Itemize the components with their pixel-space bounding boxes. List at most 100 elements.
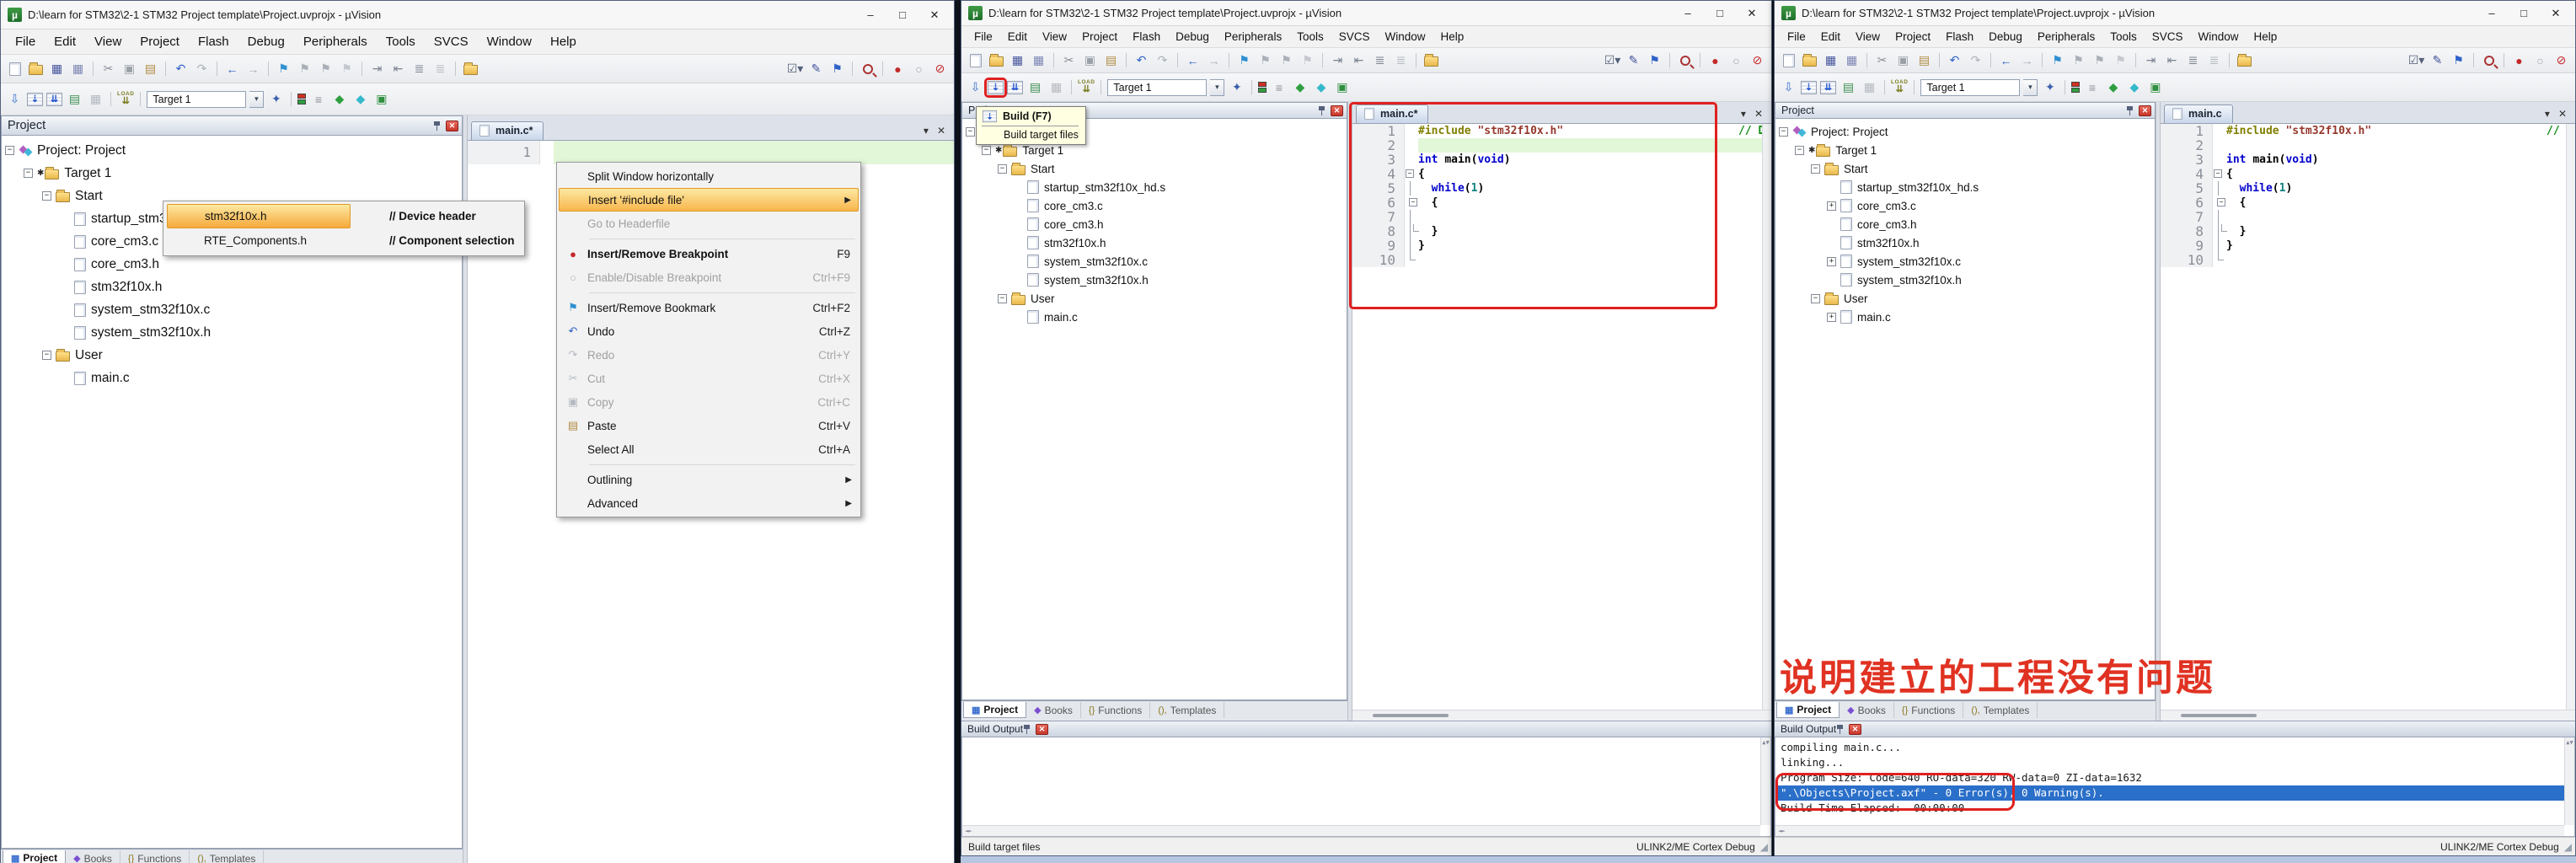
panel-close-icon[interactable]: ✕ xyxy=(446,120,458,131)
insert-breakpoint-icon[interactable]: ● xyxy=(2510,52,2528,68)
collapse-expander-icon[interactable]: − xyxy=(1811,163,1820,174)
batch-build-icon[interactable]: ▤ xyxy=(1840,79,1857,95)
panel-tab-project[interactable]: ▦ Project xyxy=(3,850,67,863)
next-bookmark-icon[interactable]: ⚑ xyxy=(2091,52,2108,68)
find-in-files-icon[interactable] xyxy=(2480,52,2498,68)
editor-close-icon[interactable]: ✕ xyxy=(937,125,945,137)
menu-flash[interactable]: Flash xyxy=(189,31,238,52)
menu-debug[interactable]: Debug xyxy=(238,31,294,52)
tree-item-user[interactable]: − User xyxy=(1779,289,2155,308)
menu-view[interactable]: View xyxy=(1035,28,1074,46)
context-menu-go-to-headerfile[interactable]: Go to Headerfile xyxy=(559,212,859,235)
options-for-target-icon[interactable]: ✦ xyxy=(2041,79,2059,95)
outdent-icon[interactable]: ⇤ xyxy=(2163,52,2181,68)
copy-icon[interactable]: ▣ xyxy=(120,61,138,77)
kill-breakpoints-icon[interactable]: ⊘ xyxy=(2552,52,2570,68)
copy-icon[interactable]: ▣ xyxy=(1894,52,1912,68)
context-menu-insert-include-file-[interactable]: Insert '#include file' ▶ xyxy=(559,188,859,212)
scrollbar-thumb[interactable] xyxy=(2181,714,2257,717)
outdent-icon[interactable]: ⇤ xyxy=(1350,52,1368,68)
submenu-item-rte-components-h[interactable]: RTE_Components.h // Component selection xyxy=(167,228,521,253)
panel-tab-templates[interactable]: (), Templates xyxy=(1963,702,2038,718)
collapse-expander-icon[interactable]: − xyxy=(1811,293,1820,303)
open-file-icon[interactable] xyxy=(27,61,45,77)
tab-list-dropdown-icon[interactable]: ▾ xyxy=(2545,108,2550,120)
fold-column[interactable]: − xyxy=(2213,196,2226,210)
tree-item-target-1[interactable]: − ✱ Target 1 xyxy=(5,162,462,185)
editor-close-icon[interactable]: ✕ xyxy=(2558,108,2567,120)
cut-icon[interactable]: ✂ xyxy=(1060,52,1078,68)
previous-bookmark-icon[interactable]: ⚑ xyxy=(2070,52,2087,68)
pin-icon[interactable] xyxy=(1836,724,1844,735)
fold-column[interactable] xyxy=(2213,224,2227,239)
editor-vertical-scrollbar[interactable] xyxy=(1762,124,1771,710)
submenu-item-stm32f10x-h[interactable]: stm32f10x.h // Device header xyxy=(167,204,521,228)
indent-icon[interactable]: ⇥ xyxy=(1329,52,1347,68)
fold-collapse-icon[interactable]: − xyxy=(2214,169,2222,178)
copy-icon[interactable]: ▣ xyxy=(1081,52,1099,68)
target-select[interactable]: Target 1 xyxy=(1920,78,2021,96)
clear-bookmarks-icon[interactable]: ⚑ xyxy=(338,61,356,77)
fold-column[interactable]: − xyxy=(1405,196,1418,210)
tree-item-system-stm32f10x-c[interactable]: system_stm32f10x.c xyxy=(966,252,1347,271)
menu-window[interactable]: Window xyxy=(2190,28,2246,46)
menu-tools[interactable]: Tools xyxy=(377,31,425,52)
maximize-button[interactable]: □ xyxy=(1704,5,1736,22)
fold-column[interactable] xyxy=(540,141,554,164)
undo-icon[interactable]: ↶ xyxy=(1946,52,1963,68)
paste-icon[interactable]: ▤ xyxy=(142,61,159,77)
menu-file[interactable]: File xyxy=(1780,28,1813,46)
tree-item-stm32f10x-h[interactable]: stm32f10x.h xyxy=(966,233,1347,252)
options-for-target-icon[interactable]: ✦ xyxy=(1228,79,1245,95)
context-menu-undo[interactable]: ↶ Undo Ctrl+Z xyxy=(559,319,859,343)
tree-item-user[interactable]: − User xyxy=(5,344,462,367)
menu-help[interactable]: Help xyxy=(1433,28,1472,46)
debug-flag-icon[interactable]: ⚑ xyxy=(1646,52,1663,68)
context-menu-advanced[interactable]: Advanced ▶ xyxy=(559,491,859,515)
next-bookmark-icon[interactable]: ⚑ xyxy=(1277,52,1295,68)
context-menu-copy[interactable]: ▣ Copy Ctrl+C xyxy=(559,390,859,414)
navigate-forward-icon[interactable]: → xyxy=(2018,52,2036,68)
disable-breakpoint-icon[interactable]: ○ xyxy=(2531,52,2549,68)
cut-icon[interactable]: ✂ xyxy=(1873,52,1891,68)
tree-item-core-cm3-h[interactable]: core_cm3.h xyxy=(1779,215,2155,233)
expand-expander-icon[interactable]: + xyxy=(1827,201,1836,211)
manage-devices-icon[interactable]: ◆ xyxy=(1312,79,1330,95)
uncomment-icon[interactable]: ≣ xyxy=(1392,52,1410,68)
panel-tab-templates[interactable]: (), Templates xyxy=(1150,702,1225,718)
download-icon[interactable]: LOAD ⇊ xyxy=(1078,79,1095,95)
translate-icon[interactable]: ⇩ xyxy=(1780,79,1797,95)
manage-devices-icon[interactable]: ◆ xyxy=(2125,79,2143,95)
manage-rte-icon[interactable] xyxy=(2071,82,2081,93)
fold-column[interactable] xyxy=(2213,181,2226,196)
navigate-back-icon[interactable]: ← xyxy=(1997,52,2015,68)
last-session-icon[interactable] xyxy=(462,61,479,77)
fold-column[interactable] xyxy=(1405,153,1418,167)
target-select-arrow[interactable]: ▾ xyxy=(2023,78,2038,96)
close-button[interactable]: ✕ xyxy=(918,7,951,24)
panel-tab-templates[interactable]: (), Templates xyxy=(190,850,265,863)
collapse-expander-icon[interactable]: − xyxy=(1779,126,1788,137)
tree-item-system-stm32f10x-c[interactable]: system_stm32f10x.c xyxy=(5,298,462,321)
stop-build-icon[interactable]: ▦ xyxy=(87,91,104,107)
tree-item-user[interactable]: − User xyxy=(966,289,1347,308)
manage-devices-icon[interactable]: ◆ xyxy=(351,91,369,107)
save-icon[interactable]: ▦ xyxy=(1009,52,1026,68)
menu-peripherals[interactable]: Peripherals xyxy=(1217,28,1289,46)
build-icon[interactable]: ⇣ xyxy=(27,92,43,106)
tree-item-core-cm3-c[interactable]: + core_cm3.c xyxy=(1779,196,2155,215)
context-menu-split-window-horizontally[interactable]: Split Window horizontally xyxy=(559,164,859,188)
tree-item-core-cm3-h[interactable]: core_cm3.h xyxy=(5,253,462,276)
pack-installer-icon[interactable]: ◆ xyxy=(1291,79,1309,95)
context-menu-select-all[interactable]: Select All Ctrl+A xyxy=(559,437,859,461)
tree-item-main-c[interactable]: + main.c xyxy=(1779,308,2155,326)
fold-column[interactable] xyxy=(2213,124,2226,138)
target-select[interactable]: Target 1 xyxy=(1107,78,1208,96)
context-menu-paste[interactable]: ▤ Paste Ctrl+V xyxy=(559,414,859,437)
maximize-button[interactable]: □ xyxy=(2508,5,2540,22)
options-for-target-icon[interactable]: ✦ xyxy=(267,91,285,107)
panel-tab-functions[interactable]: {} Functions xyxy=(120,850,190,863)
file-extensions-icon[interactable]: ≡ xyxy=(1270,79,1288,95)
pack-installer-icon[interactable]: ◆ xyxy=(330,91,348,107)
menu-file[interactable]: File xyxy=(967,28,1000,46)
